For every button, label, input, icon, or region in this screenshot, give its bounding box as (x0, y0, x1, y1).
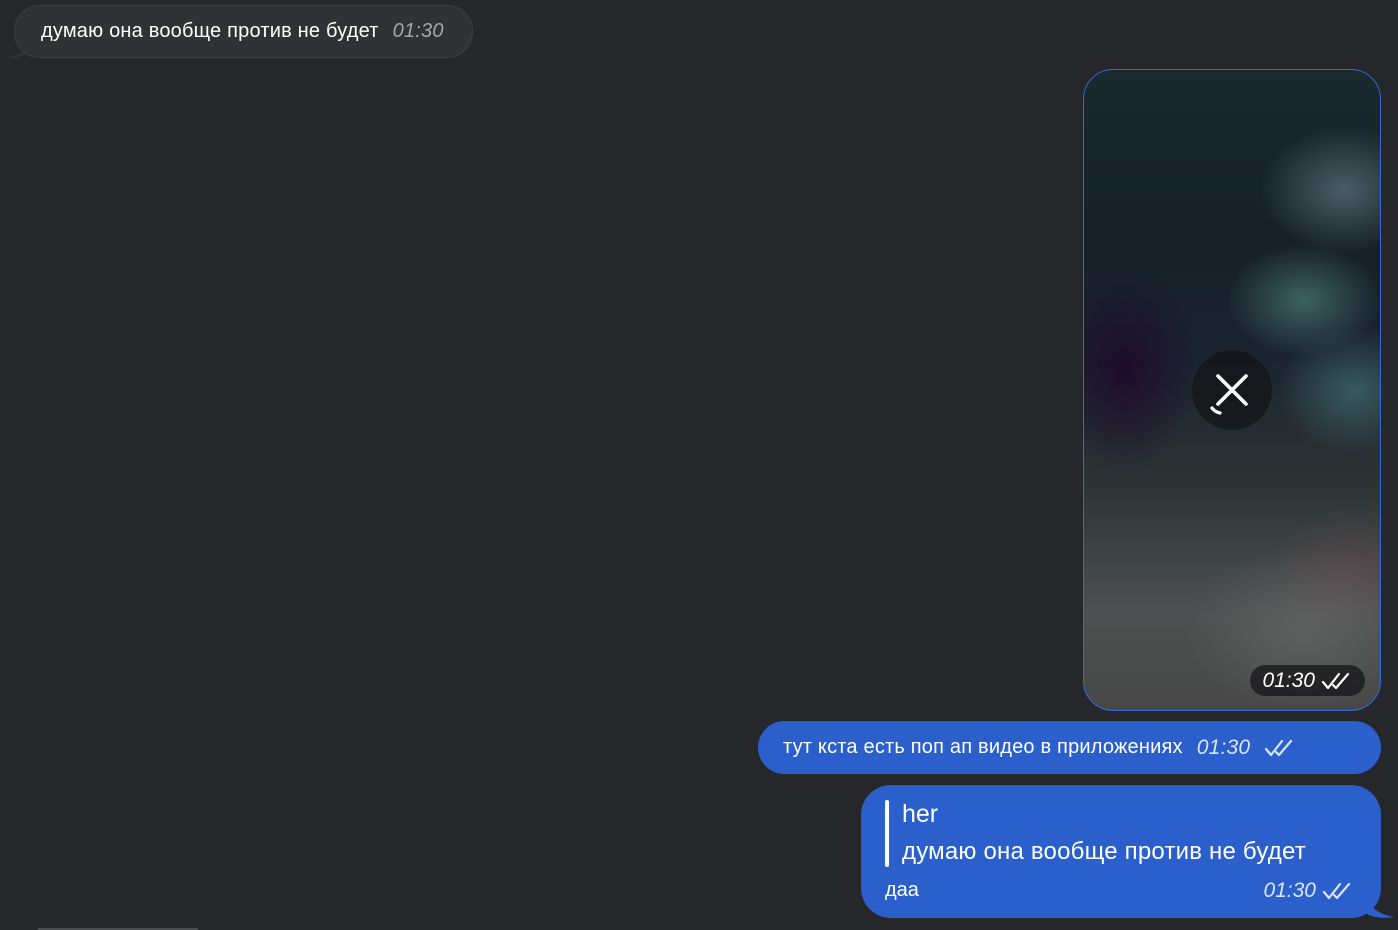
outgoing-message-time: 01:30 (1196, 735, 1251, 759)
close-icon (1210, 374, 1248, 415)
reply-message-text: даа (885, 879, 919, 901)
video-message[interactable]: 01:30 (1083, 69, 1381, 711)
reply-message-time: 01:30 (1263, 879, 1316, 902)
outgoing-bubble-tail (1366, 895, 1394, 918)
cancel-upload-button[interactable] (1192, 350, 1272, 430)
double-check-icon (1322, 882, 1351, 900)
reply-quoted-text[interactable]: думаю она вообще против не будет (902, 838, 1306, 866)
double-check-icon (1321, 672, 1350, 689)
progress-arc (1210, 406, 1222, 415)
outgoing-reply-bubble[interactable]: her думаю она вообще против не будет даа… (861, 785, 1381, 918)
incoming-message-bubble[interactable]: думаю она вообще против не будет 01:30 (14, 5, 473, 58)
video-time: 01:30 (1262, 668, 1315, 692)
chat-view[interactable]: думаю она вообще против не будет 01:30 0… (0, 0, 1398, 930)
reply-quote-bar (885, 800, 889, 867)
incoming-message-time: 01:30 (392, 20, 444, 42)
outgoing-message-text: тут кста есть поп ап видео в приложениях (783, 736, 1183, 758)
incoming-message-text: думаю она вообще против не будет (41, 20, 379, 42)
outgoing-message-bubble[interactable]: тут кста есть поп ап видео в приложениях… (758, 721, 1381, 774)
reply-author[interactable]: her (902, 800, 938, 829)
video-timestamp-badge: 01:30 (1250, 665, 1365, 696)
double-check-icon (1265, 739, 1293, 756)
reply-message-meta: 01:30 (1263, 879, 1354, 903)
